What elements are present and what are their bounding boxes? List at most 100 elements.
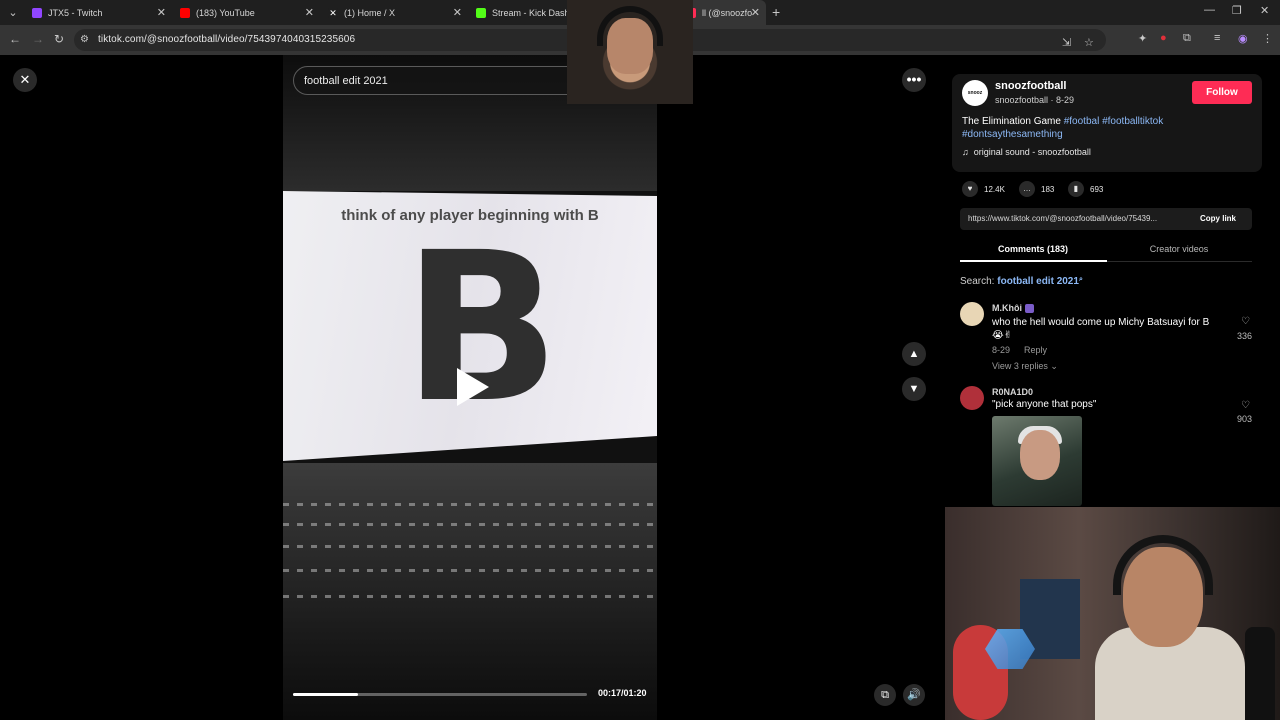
- profile-avatar-icon[interactable]: ◉: [1238, 32, 1248, 45]
- comment-image[interactable]: [992, 416, 1082, 506]
- site-settings-icon[interactable]: ⚙: [80, 34, 89, 45]
- search-suggestion-query[interactable]: football edit 2021: [997, 276, 1079, 287]
- bookmark-icon: ▮: [1068, 181, 1084, 197]
- comment-emoji: 😭✌: [992, 330, 1013, 341]
- chevron-down-icon: ⌄: [1050, 361, 1058, 371]
- comment-text: "pick anyone that pops": [992, 399, 1097, 410]
- comment-username[interactable]: R0NA1D0: [992, 387, 1033, 397]
- author-subline: snoozfootball · 8-29: [995, 95, 1075, 105]
- video-progress-bar[interactable]: [293, 693, 587, 696]
- comment-text: who the hell would come up Michy Batsuay…: [992, 316, 1230, 342]
- save-button[interactable]: ▮ 693: [1068, 181, 1103, 197]
- comment-avatar[interactable]: [960, 302, 984, 326]
- floating-player-icon[interactable]: ⧉: [874, 684, 896, 706]
- tab-title: (1) Home / X: [344, 7, 396, 18]
- url-text[interactable]: tiktok.com/@snoozfootball/video/75439740…: [98, 34, 355, 45]
- close-video-icon[interactable]: ✕: [13, 68, 37, 92]
- browser-tab-twitch[interactable]: JTX5 - Twitch ✕: [24, 0, 172, 25]
- play-icon[interactable]: [457, 368, 489, 406]
- tab-comments[interactable]: Comments (183): [960, 244, 1106, 254]
- streamer-webcam-large: [945, 507, 1280, 720]
- hashtag-link[interactable]: #footballtiktok: [1102, 116, 1163, 127]
- screen-root: ⌄ JTX5 - Twitch ✕ (183) YouTube ✕ ✕ (1) …: [0, 0, 1280, 720]
- search-input[interactable]: football edit 2021: [293, 66, 583, 95]
- music-note-icon: ♫: [962, 147, 969, 157]
- extensions-puzzle-icon[interactable]: ⧉: [1183, 32, 1191, 45]
- bookmark-star-icon[interactable]: ☆: [1084, 36, 1094, 49]
- description-text: The Elimination Game: [962, 116, 1064, 127]
- comment-count: 183: [1041, 184, 1055, 194]
- tab-creator-videos[interactable]: Creator videos: [1106, 244, 1252, 254]
- search-query-text: football edit 2021: [304, 75, 388, 87]
- comment-like-count: 336: [1237, 331, 1253, 341]
- kick-favicon-icon: [476, 7, 486, 18]
- x-favicon-icon: ✕: [328, 7, 338, 18]
- youtube-favicon-icon: [180, 7, 190, 18]
- streamer-webcam-small: [567, 0, 693, 104]
- sound-link[interactable]: ♫ original sound - snoozfootball: [962, 147, 1091, 157]
- more-options-icon[interactable]: •••: [902, 68, 926, 92]
- share-link-text[interactable]: https://www.tiktok.com/@snoozfootball/vi…: [968, 214, 1190, 223]
- tab-close-icon[interactable]: ✕: [305, 6, 314, 19]
- save-count: 693: [1090, 184, 1104, 194]
- record-extension-icon[interactable]: ●: [1160, 32, 1167, 44]
- author-avatar[interactable]: snooz: [962, 80, 988, 106]
- badge-icon: [1024, 304, 1034, 314]
- copy-link-button[interactable]: Copy link: [1200, 214, 1236, 223]
- video-description: The Elimination Game #footbal #footballt…: [962, 115, 1202, 141]
- comment-button[interactable]: … 183: [1019, 181, 1054, 197]
- hashtag-link[interactable]: #dontsaythesamething: [962, 129, 1063, 140]
- media-controls-icon[interactable]: ≡: [1214, 32, 1220, 44]
- comment-username[interactable]: M.Khôi: [992, 303, 1034, 314]
- heart-icon: ♥: [962, 181, 978, 197]
- comment-username-text: M.Khôi: [992, 303, 1022, 313]
- back-icon[interactable]: ←: [9, 32, 21, 46]
- twitch-favicon-icon: [32, 7, 42, 18]
- extension-icon[interactable]: ✦: [1138, 32, 1147, 45]
- minimize-icon[interactable]: —: [1204, 4, 1215, 16]
- active-tab-indicator: [960, 260, 1107, 262]
- sound-name: original sound - snoozfootball: [973, 147, 1091, 157]
- tab-close-icon[interactable]: ✕: [453, 6, 462, 19]
- comment-like-icon[interactable]: ♡: [1241, 316, 1250, 327]
- view-replies-button[interactable]: View 3 replies ⌄: [992, 361, 1058, 372]
- forward-icon[interactable]: →: [32, 32, 44, 46]
- like-button[interactable]: ♥ 12.4K: [962, 181, 1005, 197]
- tab-search-icon[interactable]: ⌄: [4, 4, 22, 22]
- previous-video-icon[interactable]: ▲: [902, 342, 926, 366]
- search-prefix: Search:: [960, 276, 998, 287]
- comment-date: 8-29: [992, 345, 1011, 355]
- browser-tab-youtube[interactable]: (183) YouTube ✕: [172, 0, 320, 25]
- tab-close-icon[interactable]: ✕: [157, 6, 166, 19]
- comment-like-icon[interactable]: ♡: [1241, 400, 1250, 411]
- browser-tab-x[interactable]: ✕ (1) Home / X ✕: [320, 0, 468, 25]
- comment-text-body: who the hell would come up Michy Batsuay…: [992, 317, 1210, 328]
- comment-like-count: 903: [1237, 414, 1253, 424]
- restore-icon[interactable]: ❐: [1232, 4, 1242, 17]
- tab-title: JTX5 - Twitch: [48, 7, 103, 18]
- reply-button[interactable]: Reply: [1024, 345, 1047, 355]
- browser-menu-icon[interactable]: ⋮: [1262, 32, 1273, 45]
- comment-icon: …: [1019, 181, 1035, 197]
- hashtag-link[interactable]: #footbal: [1064, 116, 1100, 127]
- share-link-box: https://www.tiktok.com/@snoozfootball/vi…: [960, 208, 1252, 230]
- new-tab-icon[interactable]: +: [772, 4, 780, 20]
- author-name[interactable]: snoozfootball: [995, 80, 1067, 92]
- follow-button[interactable]: Follow: [1192, 81, 1252, 104]
- comment-avatar[interactable]: [960, 386, 984, 410]
- window-close-icon[interactable]: ✕: [1260, 4, 1269, 17]
- laptop-keyboard: [283, 463, 657, 720]
- tab-close-icon[interactable]: ✕: [751, 6, 760, 19]
- next-video-icon[interactable]: ▼: [902, 377, 926, 401]
- video-timecode: 00:17/01:20: [598, 688, 647, 698]
- reload-icon[interactable]: ↻: [54, 32, 64, 46]
- video-progress-fill: [293, 693, 358, 696]
- search-icon: ⌕: [1078, 276, 1083, 283]
- tab-title: ll (@snoozfootball): [702, 7, 752, 18]
- install-app-icon[interactable]: ⇲: [1062, 36, 1071, 49]
- comment-tabs: Comments (183) Creator videos: [960, 240, 1252, 262]
- like-count: 12.4K: [984, 184, 1005, 194]
- view-replies-text: View 3 replies: [992, 361, 1048, 371]
- search-suggestion[interactable]: Search: football edit 2021⌕: [960, 276, 1083, 287]
- volume-icon[interactable]: 🔊: [903, 684, 925, 706]
